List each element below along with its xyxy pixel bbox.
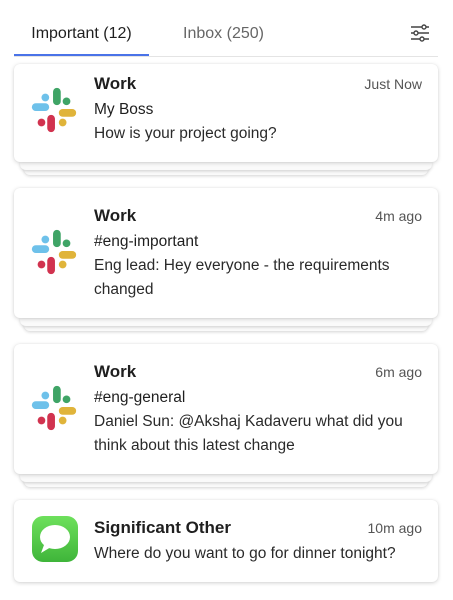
notification-channel: #eng-important [94,233,199,250]
notification-time: 4m ago [375,208,422,224]
messages-icon [32,516,78,562]
notification-card[interactable]: Significant Other 10m ago Where do you w… [14,500,438,582]
notification-title: Work [94,74,137,93]
notification-title: Significant Other [94,518,231,537]
notification-channel: My Boss [94,101,154,118]
slack-icon [28,382,80,434]
notification-time: 10m ago [367,520,422,536]
notification-card[interactable]: Work Just Now My Boss How is your projec… [14,64,438,162]
notification-card-stack: Work 6m ago #eng-general Daniel Sun: @Ak… [14,344,438,487]
slack-icon [28,84,80,136]
sliders-icon[interactable] [410,23,430,43]
tab-bar: Important (12) Inbox (250) [14,0,438,57]
notification-message: Eng lead: Hey everyone - the requirement… [94,257,390,298]
stack-shadow [20,474,432,482]
stack-shadow [20,162,432,170]
notification-card-stack: Work Just Now My Boss How is your projec… [14,64,438,176]
notification-title: Work [94,362,137,381]
tab-important[interactable]: Important (12) [14,0,149,56]
notification-time: Just Now [364,76,422,92]
notification-title: Work [94,206,137,225]
notification-card-stack: Significant Other 10m ago Where do you w… [14,500,438,584]
stack-shadow [20,318,432,326]
notification-channel: #eng-general [94,389,186,406]
notification-message: Daniel Sun: @Akshaj Kadaveru what did yo… [94,413,403,454]
tab-inbox[interactable]: Inbox (250) [166,0,281,55]
notification-card-stack: Work 4m ago #eng-important Eng lead: Hey… [14,188,438,331]
notification-card[interactable]: Work 4m ago #eng-important Eng lead: Hey… [14,188,438,318]
slack-icon [28,226,80,278]
notification-message: Where do you want to go for dinner tonig… [94,545,396,562]
notification-time: 6m ago [375,364,422,380]
notification-card[interactable]: Work 6m ago #eng-general Daniel Sun: @Ak… [14,344,438,474]
notification-message: How is your project going? [94,125,277,142]
